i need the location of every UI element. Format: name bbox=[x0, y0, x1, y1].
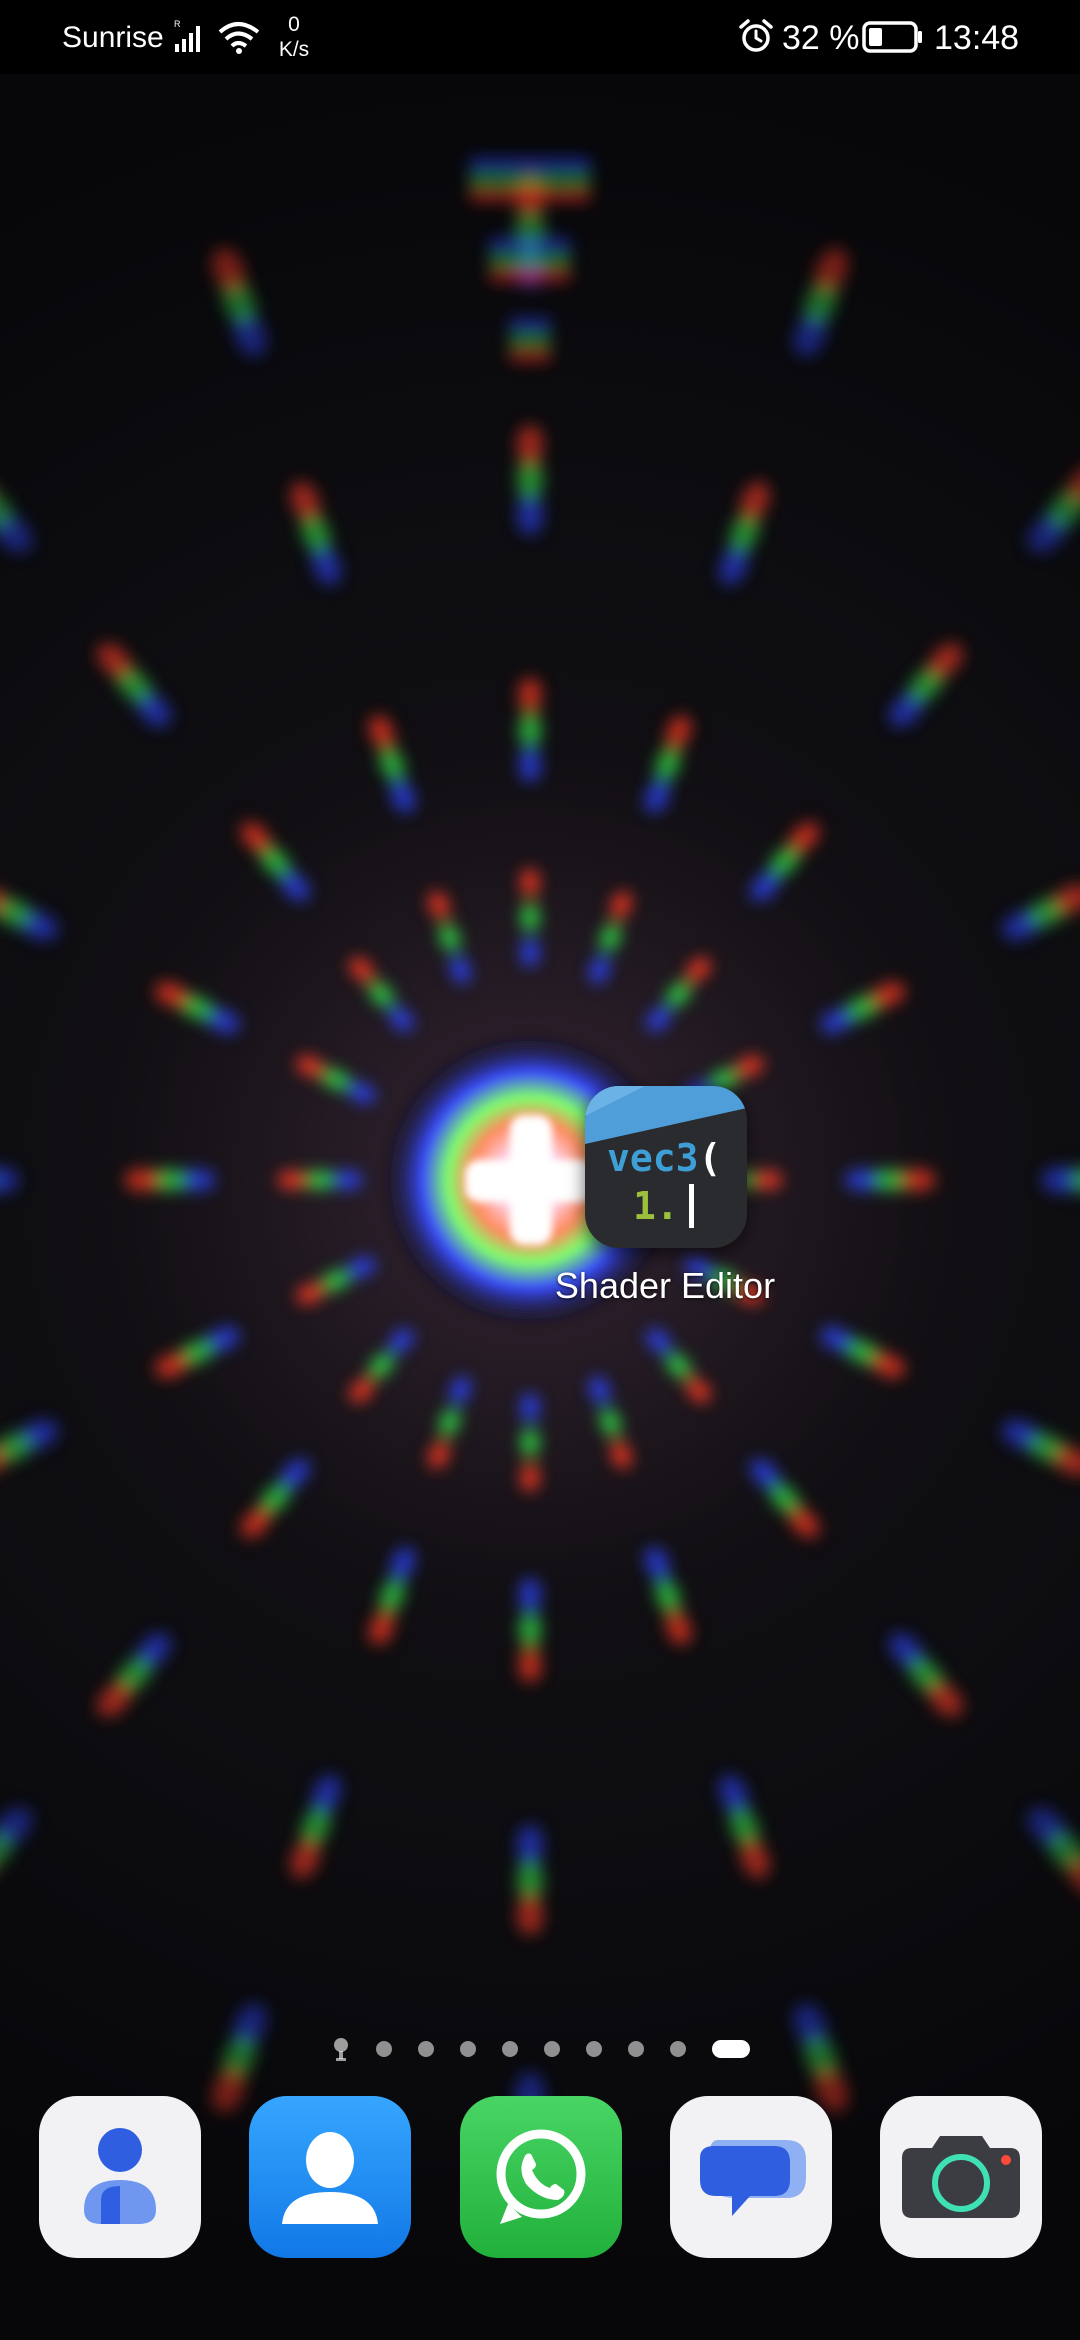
wallpaper-light bbox=[521, 868, 539, 897]
battery-percentage: 32 % bbox=[782, 19, 860, 57]
wallpaper-light bbox=[470, 160, 590, 168]
wallpaper-light bbox=[306, 1171, 334, 1189]
app-label: Shader Editor bbox=[554, 1265, 776, 1306]
dock-app-contacts[interactable] bbox=[249, 2096, 411, 2258]
app-code-line-1: vec3( bbox=[607, 1136, 722, 1180]
wallpaper-light bbox=[510, 336, 550, 344]
wallpaper-light bbox=[490, 272, 570, 280]
wallpaper-light bbox=[519, 678, 541, 712]
status-clock: 13:48 bbox=[934, 19, 1020, 57]
wallpaper-light bbox=[517, 1860, 543, 1900]
wallpaper-light bbox=[517, 1895, 543, 1935]
page-indicator[interactable] bbox=[330, 2036, 750, 2062]
svg-text:R: R bbox=[174, 19, 181, 29]
page-dot[interactable] bbox=[502, 2041, 518, 2057]
page-dot-active[interactable] bbox=[712, 2040, 750, 2058]
wallpaper-light bbox=[470, 192, 590, 200]
wallpaper-light bbox=[490, 240, 570, 248]
wallpaper-light bbox=[125, 1169, 159, 1191]
wallpaper-light bbox=[521, 1463, 539, 1492]
camera-icon bbox=[880, 2096, 1042, 2258]
wallpaper-light bbox=[521, 1393, 539, 1422]
feed-icon[interactable] bbox=[330, 2036, 352, 2062]
alarm-icon bbox=[739, 19, 773, 52]
home-screen: Sunrise R 0 K/s 32 % 13:48 vec3(1. Shad… bbox=[0, 0, 1080, 2340]
wallpaper-light bbox=[519, 1578, 541, 1612]
page-dot[interactable] bbox=[460, 2041, 476, 2057]
network-speed-value: 0 bbox=[288, 13, 300, 36]
battery-icon bbox=[862, 21, 922, 53]
wallpaper-light bbox=[517, 425, 543, 465]
page-dot[interactable] bbox=[670, 2041, 686, 2057]
whatsapp-icon bbox=[460, 2096, 622, 2258]
wallpaper-light bbox=[278, 1171, 306, 1189]
page-dot[interactable] bbox=[376, 2041, 392, 2057]
wallpaper-light bbox=[334, 1171, 362, 1189]
wallpaper-light bbox=[510, 352, 550, 360]
carrier-name: Sunrise bbox=[62, 21, 164, 54]
wallpaper-light bbox=[519, 1648, 541, 1682]
status-bar: Sunrise R 0 K/s 32 % 13:48 bbox=[0, 0, 1080, 74]
wallpaper-light bbox=[519, 748, 541, 782]
page-dot[interactable] bbox=[418, 2041, 434, 2057]
app-code-line-2: 1. bbox=[633, 1184, 679, 1228]
wallpaper-light bbox=[521, 903, 539, 932]
wifi-icon bbox=[218, 22, 260, 54]
dock-app-accounts[interactable] bbox=[39, 2096, 201, 2258]
network-speed-unit: K/s bbox=[278, 38, 310, 61]
network-speed: 0 K/s bbox=[272, 12, 316, 62]
wallpaper-light bbox=[901, 1169, 935, 1191]
wallpaper-light bbox=[517, 1825, 543, 1865]
text-cursor-icon bbox=[689, 1184, 694, 1228]
dock-app-messages[interactable] bbox=[670, 2096, 832, 2258]
wallpaper-light bbox=[519, 1613, 541, 1647]
page-dot[interactable] bbox=[586, 2041, 602, 2057]
signal-icon: R bbox=[174, 19, 200, 52]
wallpaper-light bbox=[517, 460, 543, 500]
wallpaper-light bbox=[521, 938, 539, 967]
page-dot[interactable] bbox=[628, 2041, 644, 2057]
dock-app-camera[interactable] bbox=[880, 2096, 1042, 2258]
page-dot[interactable] bbox=[544, 2041, 560, 2057]
messages-icon bbox=[670, 2096, 832, 2258]
shader-editor-icon: vec3( 1. bbox=[585, 1086, 747, 1248]
contacts-icon bbox=[249, 2096, 411, 2258]
wallpaper-light bbox=[510, 320, 550, 328]
dock-app-whatsapp[interactable] bbox=[460, 2096, 622, 2258]
wallpaper-light bbox=[519, 713, 541, 747]
person-icon bbox=[39, 2096, 201, 2258]
app-shader-editor[interactable]: vec3( 1. Shader Editor bbox=[540, 1080, 790, 1330]
wallpaper-light bbox=[490, 256, 570, 264]
dock bbox=[0, 2096, 1080, 2262]
wallpaper-light bbox=[470, 176, 590, 184]
wallpaper-light bbox=[521, 1428, 539, 1457]
wallpaper-light bbox=[517, 495, 543, 535]
